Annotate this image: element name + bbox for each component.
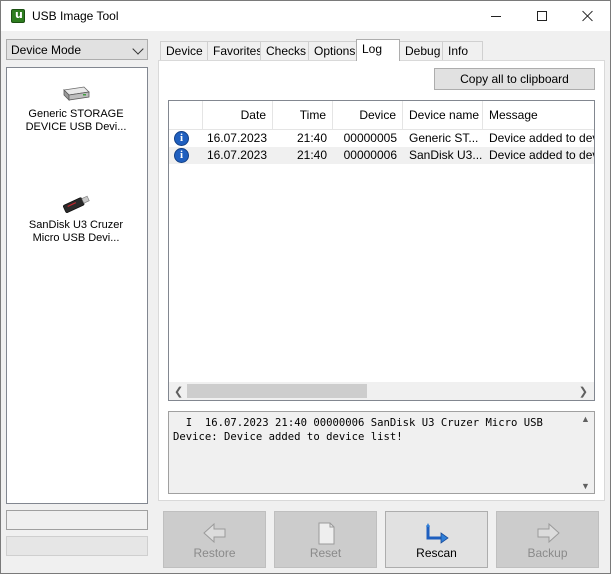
hard-drive-icon xyxy=(63,86,90,101)
column-header-time[interactable]: Time xyxy=(273,101,333,130)
column-header-device[interactable]: Device xyxy=(333,101,403,130)
log-tab-panel: Copy all to clipboard Date Time Device D… xyxy=(158,60,605,501)
device-name-line1: SanDisk U3 Cruzer xyxy=(28,219,124,231)
horizontal-scrollbar[interactable]: ❮ ❯ xyxy=(169,382,594,400)
rescan-button-label: Rescan xyxy=(416,546,457,560)
log-detail-textbox[interactable]: I 16.07.2023 21:40 00000006 SanDisk U3 C… xyxy=(168,411,595,494)
tab-options[interactable]: Options xyxy=(308,41,357,60)
maximize-icon xyxy=(537,11,547,21)
cell-device-name: SanDisk U3... xyxy=(409,148,483,162)
restore-button-label: Restore xyxy=(193,546,236,560)
title-bar[interactable]: USB Image Tool xyxy=(1,1,610,31)
tab-strip: Device Favorites Checks Options Log Debu… xyxy=(158,39,588,61)
vertical-scrollbar[interactable]: ▲ ▼ xyxy=(577,412,594,493)
scroll-down-icon[interactable]: ▼ xyxy=(581,481,590,491)
rescan-arrow-icon xyxy=(426,523,449,544)
column-header-date[interactable]: Date xyxy=(203,101,273,130)
usb-stick-icon xyxy=(63,195,90,213)
mode-dropdown-value: Device Mode xyxy=(11,43,82,57)
progress-bar xyxy=(6,536,148,556)
cell-time: 21:40 xyxy=(296,148,327,162)
device-item-generic-storage[interactable]: Generic STORAGE DEVICE USB Devi... xyxy=(11,84,141,134)
tab-device[interactable]: Device xyxy=(160,41,208,60)
device-name-line2: DEVICE USB Devi... xyxy=(25,121,127,133)
status-field xyxy=(6,510,148,530)
log-list-header: Date Time Device Device name Message xyxy=(169,101,594,130)
device-item-sandisk[interactable]: SanDisk U3 Cruzer Micro USB Devi... xyxy=(11,191,141,245)
scroll-left-icon[interactable]: ❮ xyxy=(174,385,183,398)
app-logo-icon xyxy=(11,8,25,23)
tab-favorites[interactable]: Favorites xyxy=(207,41,262,60)
reset-button-label: Reset xyxy=(309,546,342,560)
column-header-icon[interactable] xyxy=(169,101,203,130)
blank-page-icon xyxy=(318,522,335,545)
app-window: USB Image Tool Device Mode Generic STORA… xyxy=(0,0,611,574)
minimize-icon xyxy=(491,15,501,17)
close-icon xyxy=(582,10,594,22)
cell-date: 16.07.2023 xyxy=(206,131,267,145)
device-list[interactable]: Generic STORAGE DEVICE USB Devi... SanDi… xyxy=(6,67,148,504)
scroll-right-icon[interactable]: ❯ xyxy=(579,385,588,398)
reset-button[interactable]: Reset xyxy=(274,511,377,568)
table-row[interactable]: i 16.07.2023 21:40 00000005 Generic ST..… xyxy=(169,130,594,147)
cell-device: 00000005 xyxy=(343,131,397,145)
cell-message: Device added to device list! xyxy=(489,131,594,145)
backup-button-label: Backup xyxy=(527,546,568,560)
minimize-button[interactable] xyxy=(473,1,519,31)
maximize-button[interactable] xyxy=(519,1,565,31)
close-button[interactable] xyxy=(565,1,611,31)
tab-checks[interactable]: Checks xyxy=(260,41,309,60)
copy-to-clipboard-button[interactable]: Copy all to clipboard xyxy=(434,68,595,90)
device-name-line2: Micro USB Devi... xyxy=(32,232,120,244)
cell-message: Device added to device list! xyxy=(489,148,594,162)
restore-button[interactable]: Restore xyxy=(163,511,266,568)
column-header-device-name[interactable]: Device name xyxy=(403,101,483,130)
backup-button[interactable]: Backup xyxy=(496,511,599,568)
rescan-button[interactable]: Rescan xyxy=(385,511,488,568)
column-header-message[interactable]: Message xyxy=(483,101,594,130)
tab-log[interactable]: Log xyxy=(356,39,400,61)
arrow-left-icon xyxy=(203,522,226,544)
log-list[interactable]: Date Time Device Device name Message i 1… xyxy=(168,100,595,401)
info-icon: i xyxy=(174,131,189,146)
scrollbar-thumb[interactable] xyxy=(187,384,367,398)
table-row[interactable]: i 16.07.2023 21:40 00000006 SanDisk U3..… xyxy=(169,147,594,164)
window-title: USB Image Tool xyxy=(32,9,119,23)
info-icon: i xyxy=(174,148,189,163)
cell-device: 00000006 xyxy=(343,148,397,162)
mode-dropdown[interactable]: Device Mode xyxy=(6,39,148,60)
arrow-right-icon xyxy=(537,522,560,544)
cell-date: 16.07.2023 xyxy=(206,148,267,162)
scroll-up-icon[interactable]: ▲ xyxy=(581,414,590,424)
log-detail-text: I 16.07.2023 21:40 00000006 SanDisk U3 C… xyxy=(173,417,550,443)
chevron-down-icon xyxy=(132,43,144,55)
device-name-line1: Generic STORAGE xyxy=(28,108,124,120)
cell-device-name: Generic ST... xyxy=(409,131,479,145)
tab-info[interactable]: Info xyxy=(442,41,483,60)
cell-time: 21:40 xyxy=(296,131,327,145)
tab-debug[interactable]: Debug xyxy=(399,41,443,60)
